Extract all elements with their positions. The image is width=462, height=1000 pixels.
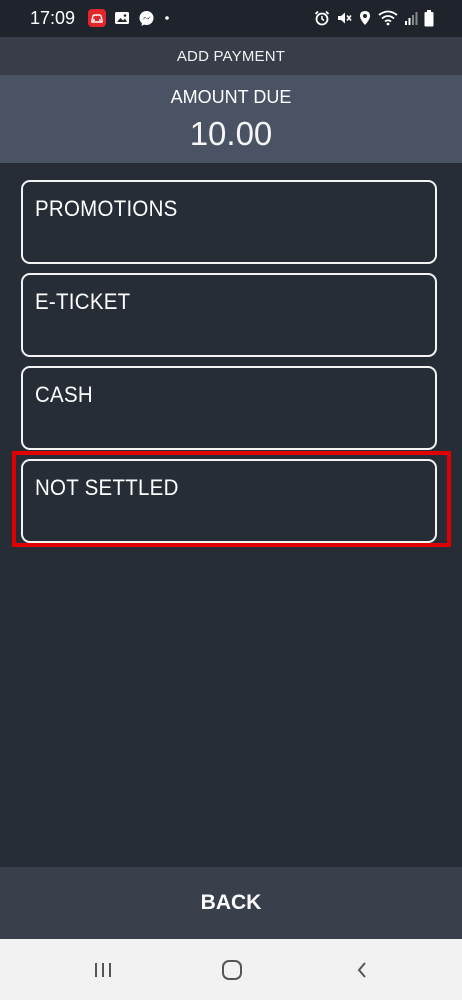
back-nav-icon[interactable]	[332, 939, 392, 1000]
location-icon	[358, 10, 372, 26]
mute-icon	[336, 10, 352, 26]
dot-icon	[163, 14, 171, 22]
promotions-label: PROMOTIONS	[35, 196, 178, 221]
e-ticket-label: E-TICKET	[35, 289, 131, 314]
not-settled-button[interactable]: NOT SETTLED	[21, 459, 437, 543]
system-nav-bar	[0, 939, 462, 1000]
recent-apps-icon[interactable]	[73, 939, 133, 1000]
page-title: ADD PAYMENT	[0, 37, 462, 75]
gallery-icon	[114, 10, 130, 26]
e-ticket-button[interactable]: E-TICKET	[21, 273, 437, 357]
car-app-icon	[88, 9, 106, 27]
cash-button[interactable]: CASH	[21, 366, 437, 450]
home-icon[interactable]	[202, 939, 262, 1000]
amount-due-value: 10.00	[189, 115, 273, 152]
cash-label: CASH	[35, 382, 93, 407]
alarm-icon	[314, 10, 330, 26]
status-left-icons	[88, 8, 171, 28]
back-button[interactable]: BACK	[0, 867, 462, 939]
messenger-icon	[138, 10, 155, 27]
amount-due-panel: AMOUNT DUE 10.00	[0, 75, 462, 163]
status-bar: 17:09	[0, 0, 462, 37]
not-settled-label: NOT SETTLED	[35, 475, 179, 500]
status-time: 17:09	[30, 8, 76, 28]
signal-icon	[404, 10, 418, 26]
amount-due-label: AMOUNT DUE	[170, 87, 292, 107]
battery-icon	[424, 9, 434, 27]
wifi-icon	[378, 10, 398, 26]
promotions-button[interactable]: PROMOTIONS	[21, 180, 437, 264]
status-right-icons	[314, 8, 434, 28]
